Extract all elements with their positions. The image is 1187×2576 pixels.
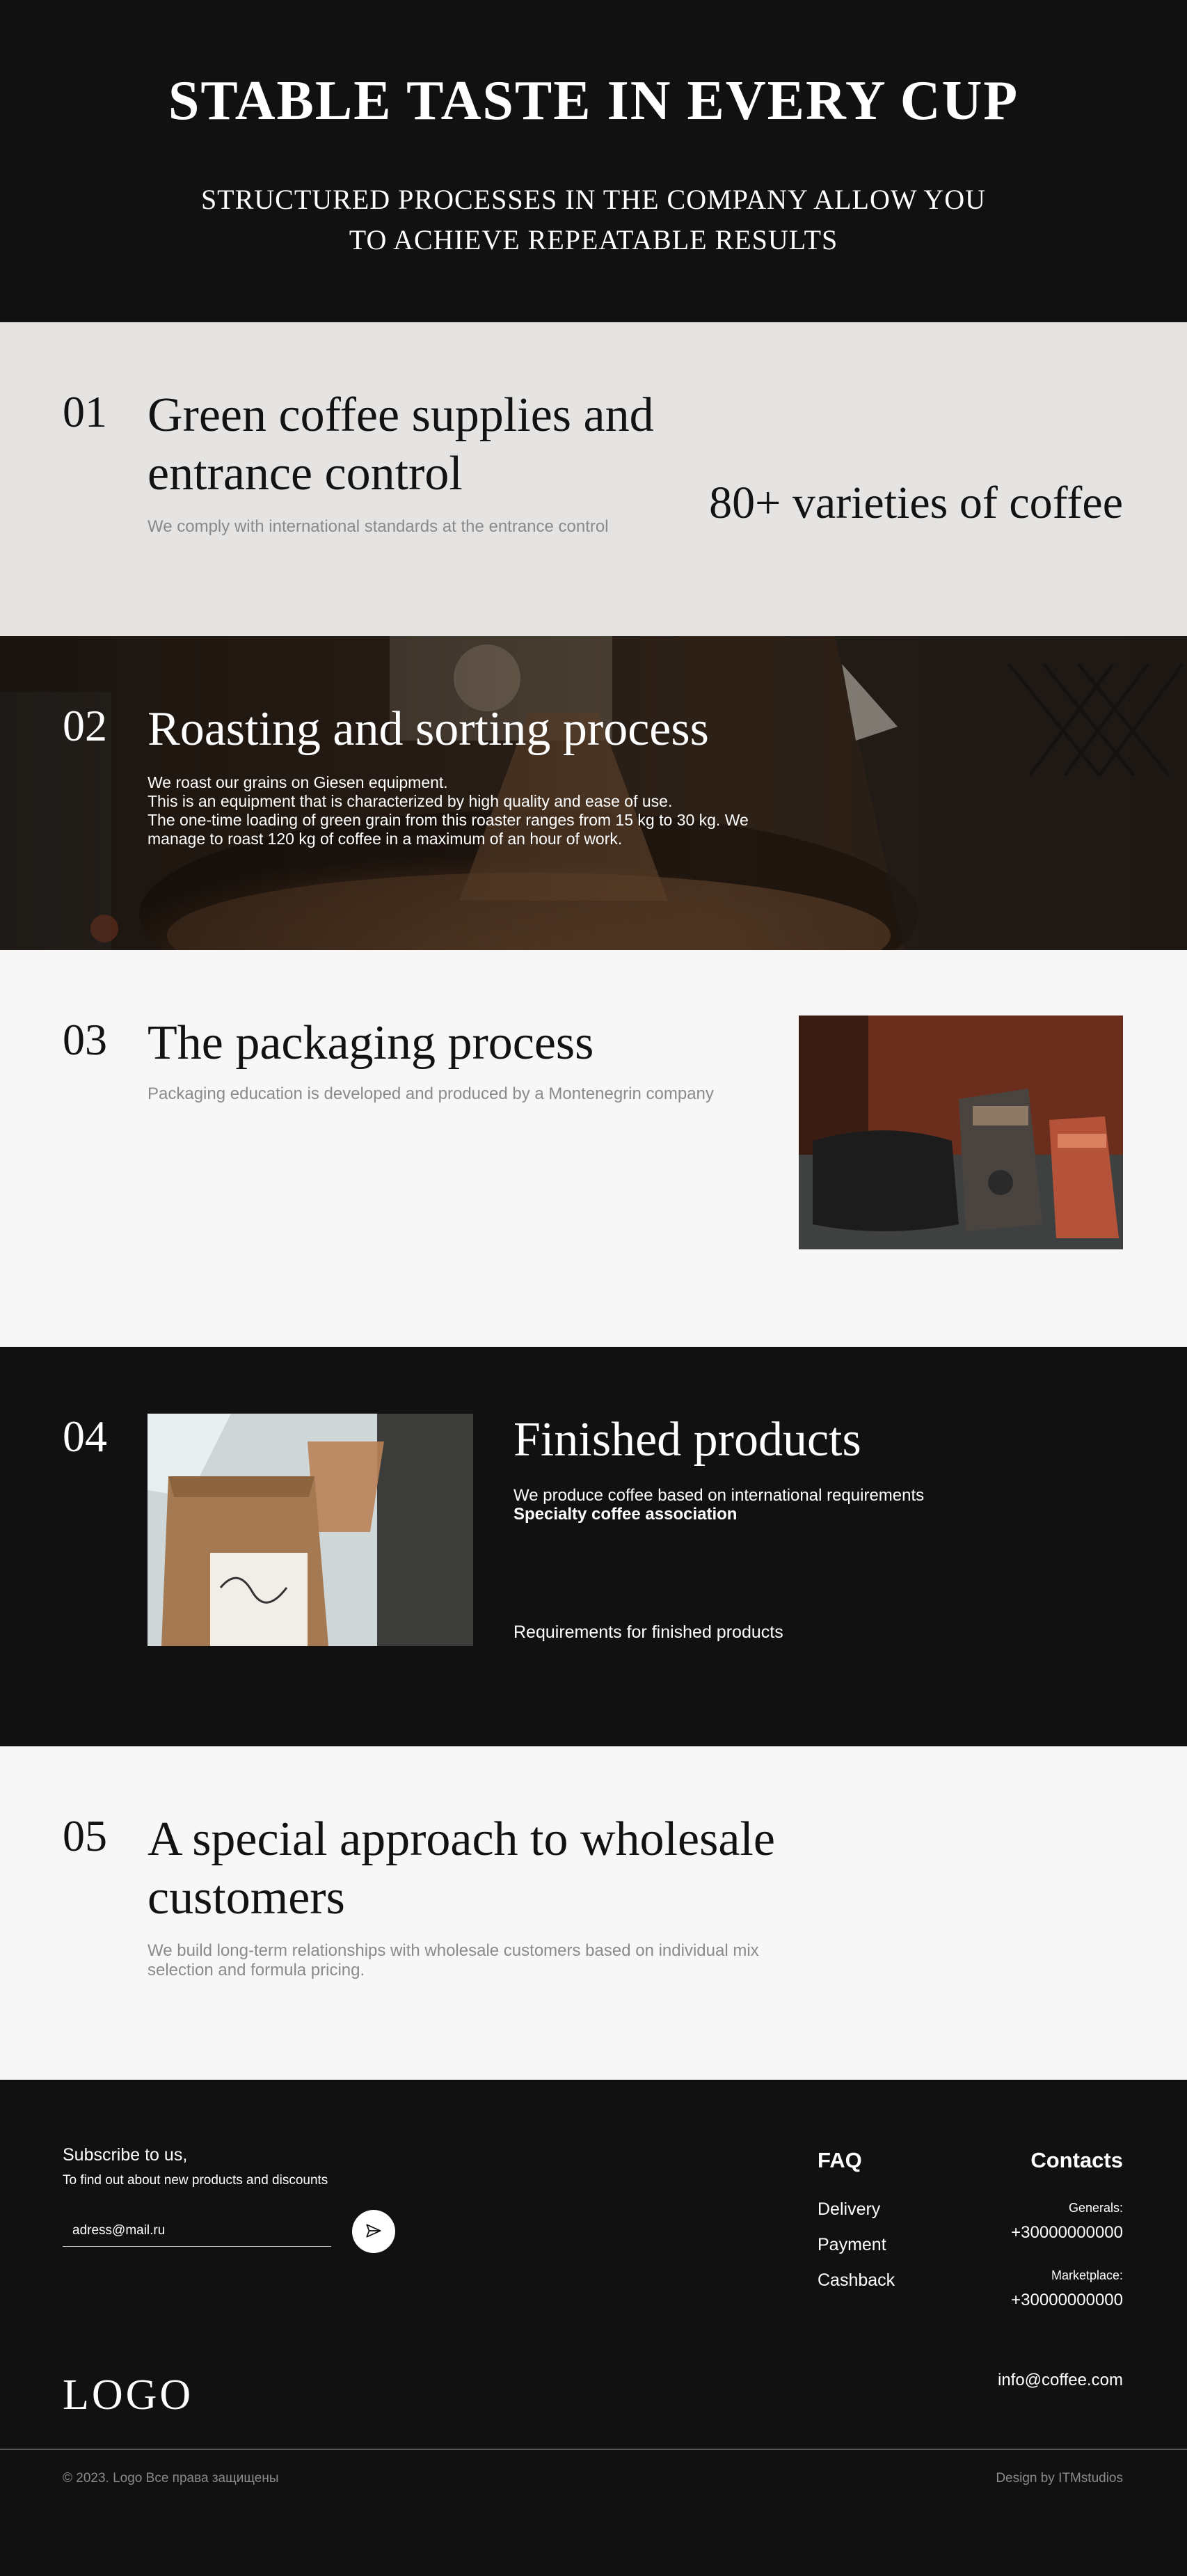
step-description: We roast our grains on Giesen equipment.… [148, 773, 815, 848]
email-input[interactable] [63, 2215, 331, 2247]
hero-subtitle-line: TO ACHIEVE REPEATABLE RESULTS [349, 224, 838, 255]
faq-link-payment[interactable]: Payment [818, 2235, 886, 2255]
step-02-section: 02 Roasting and sorting process We roast… [0, 636, 1187, 950]
step-title-line: A special approach to wholesale [148, 1812, 775, 1866]
step-title: Finished products [513, 1413, 861, 1467]
requirement-text: We produce coffee based on international… [513, 1486, 925, 1505]
subscribe-send-button[interactable] [352, 2210, 395, 2253]
subscribe-subtitle: To find out about new products and disco… [63, 2173, 328, 2188]
step-number: 02 [63, 701, 107, 750]
description-line: selection and formula pricing. [148, 1961, 365, 1980]
step-description: We comply with international standards a… [148, 517, 609, 536]
footer-divider [0, 2449, 1187, 2450]
step-01-section: 01 Green coffee supplies and entrance co… [0, 322, 1187, 636]
marketplace-label: Marketplace: [1051, 2268, 1123, 2282]
description-line: manage to roast 120 kg of coffee in a ma… [148, 830, 623, 848]
contact-email[interactable]: info@coffee.com [998, 2371, 1123, 2390]
description-line: We roast our grains on Giesen equipment. [148, 773, 448, 791]
faq-link-cashback[interactable]: Cashback [818, 2270, 895, 2291]
contacts-title: Contacts [1030, 2148, 1123, 2172]
step-title: The packaging process [148, 1016, 594, 1070]
step-description: Packaging education is developed and pro… [148, 1084, 714, 1103]
step-title-line: entrance control [148, 447, 463, 500]
design-credit-link[interactable]: Design by ITMstudios [996, 2471, 1123, 2486]
step-number: 03 [63, 1015, 107, 1064]
hero-title: STABLE TASTE IN EVERY CUP [168, 70, 1019, 132]
hero-subtitle: STRUCTURED PROCESSES IN THE COMPANY ALLO… [0, 180, 1187, 260]
step-04-section: 04 Finished products We produce coffee b… [0, 1347, 1187, 1746]
description-line: We build long-term relationships with wh… [148, 1941, 759, 1960]
description-line: This is an equipment that is characteriz… [148, 792, 673, 810]
step-title-line: Green coffee supplies and [148, 388, 654, 442]
step-number: 01 [63, 387, 107, 436]
step-number: 04 [63, 1412, 107, 1461]
hero-subtitle-line: STRUCTURED PROCESSES IN THE COMPANY ALLO… [200, 184, 987, 215]
step-05-section: 05 A special approach to wholesale custo… [0, 1746, 1187, 2080]
step-03-section: 03 The packaging process Packaging educa… [0, 950, 1187, 1347]
step-title: A special approach to wholesale customer… [148, 1810, 808, 1927]
footer: Subscribe to us, To find out about new p… [0, 2080, 1187, 2576]
coffee-packaging-photo [799, 1016, 1123, 1249]
marketplace-phone[interactable]: +30000000000 [1011, 2291, 1123, 2310]
requirements-link[interactable]: Requirements for finished products [513, 1622, 783, 1643]
step-title-line: customers [148, 1871, 345, 1925]
description-line: The one-time loading of green grain from… [148, 811, 749, 829]
faq-title: FAQ [818, 2148, 862, 2172]
send-icon [365, 2222, 383, 2242]
sca-label: Specialty coffee association [513, 1505, 738, 1524]
hero-section: STABLE TASTE IN EVERY CUP STRUCTURED PRO… [0, 0, 1187, 322]
step-title: Green coffee supplies and entrance contr… [148, 386, 704, 503]
step-description: We build long-term relationships with wh… [148, 1941, 815, 1980]
generals-label: Generals: [1068, 2201, 1123, 2215]
copyright-text: © 2023. Logo Все права защищены [63, 2471, 279, 2486]
generals-phone[interactable]: +30000000000 [1011, 2223, 1123, 2243]
step-title: Roasting and sorting process [148, 702, 709, 756]
subscribe-title: Subscribe to us, [63, 2145, 188, 2165]
footer-logo[interactable]: LOGO [63, 2371, 193, 2420]
varieties-count: 80+ varieties of coffee [709, 477, 1123, 528]
step-number: 05 [63, 1811, 107, 1860]
coffee-bag-photo [148, 1414, 473, 1646]
faq-link-delivery[interactable]: Delivery [818, 2199, 880, 2220]
